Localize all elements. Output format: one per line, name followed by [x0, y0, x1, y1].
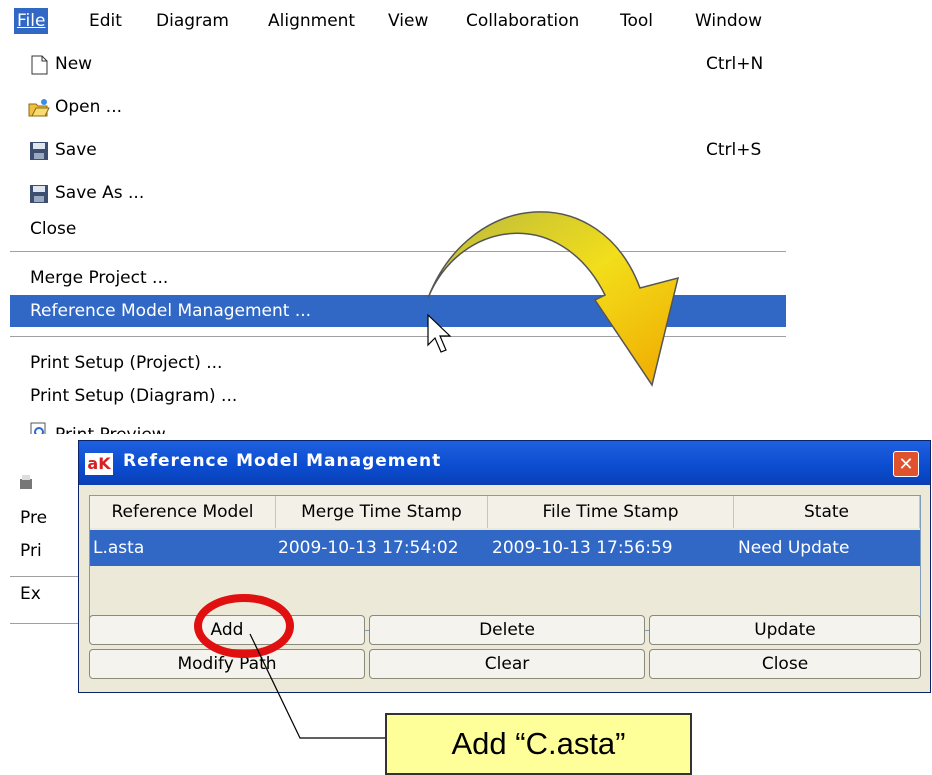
- menu-view[interactable]: View: [385, 8, 431, 34]
- close-icon[interactable]: ✕: [893, 451, 919, 477]
- save-disk-icon: [28, 140, 50, 160]
- update-button[interactable]: Update: [649, 615, 921, 645]
- menu-window[interactable]: Window: [692, 8, 765, 34]
- menu-item-open[interactable]: Open ...: [10, 91, 786, 123]
- column-header[interactable]: Reference Model: [90, 496, 276, 528]
- reference-model-dialog: aK Reference Model Management ✕ Referenc…: [78, 440, 931, 693]
- print-preview-icon: [28, 422, 50, 434]
- menu-separator: [10, 576, 80, 577]
- menu-separator: [10, 336, 786, 337]
- open-folder-icon: [28, 97, 50, 117]
- menu-item-new[interactable]: New Ctrl+N: [10, 48, 786, 80]
- menu-alignment[interactable]: Alignment: [265, 8, 358, 34]
- menu-item-print-setup-diagram[interactable]: Print Setup (Diagram) ...: [10, 380, 786, 412]
- menu-bar: File Edit Diagram Alignment View Collabo…: [0, 0, 786, 40]
- menu-item-save-as[interactable]: Save As ...: [10, 177, 786, 209]
- menu-item-close[interactable]: Close: [10, 213, 786, 245]
- printer-icon: [20, 475, 32, 493]
- save-as-disk-icon: [28, 183, 50, 203]
- menu-item-merge-project[interactable]: Merge Project ...: [10, 262, 786, 294]
- column-header[interactable]: File Time Stamp: [488, 496, 734, 528]
- delete-button[interactable]: Delete: [369, 615, 645, 645]
- menu-edit[interactable]: Edit: [86, 8, 125, 34]
- menu-item-save[interactable]: Save Ctrl+S: [10, 134, 786, 166]
- close-button[interactable]: Close: [649, 649, 921, 679]
- menu-item-partial[interactable]: Pre: [20, 507, 48, 529]
- menu-item-print-setup-project[interactable]: Print Setup (Project) ...: [10, 347, 786, 379]
- shortcut-save: Ctrl+S: [706, 140, 762, 160]
- annotation-callout: Add “C.asta”: [385, 713, 692, 775]
- menu-diagram[interactable]: Diagram: [153, 8, 232, 34]
- new-file-icon: [28, 54, 50, 75]
- table-row[interactable]: L.asta 2009-10-13 17:54:02 2009-10-13 17…: [90, 530, 920, 566]
- menu-tool[interactable]: Tool: [617, 8, 656, 34]
- dialog-title: Reference Model Management: [123, 451, 442, 471]
- column-header[interactable]: Merge Time Stamp: [276, 496, 488, 528]
- cell-file-time-stamp: 2009-10-13 17:56:59: [492, 538, 673, 558]
- cell-merge-time-stamp: 2009-10-13 17:54:02: [278, 538, 459, 558]
- cell-reference-model: L.asta: [93, 538, 145, 558]
- modify-path-button[interactable]: Modify Path: [89, 649, 365, 679]
- cell-state: Need Update: [738, 538, 850, 558]
- app-logo-icon: aK: [85, 453, 113, 475]
- menu-collaboration[interactable]: Collaboration: [463, 8, 582, 34]
- add-button[interactable]: Add: [89, 615, 365, 645]
- menu-item-print-preview[interactable]: Print Preview: [10, 420, 786, 434]
- menu-item-partial[interactable]: Pri: [20, 540, 42, 562]
- clear-button[interactable]: Clear: [369, 649, 645, 679]
- dialog-title-bar[interactable]: aK Reference Model Management ✕: [79, 441, 930, 485]
- menu-file[interactable]: File: [14, 8, 49, 34]
- menu-item-reference-model-management[interactable]: Reference Model Management ...: [10, 295, 786, 327]
- column-header[interactable]: State: [734, 496, 920, 528]
- menu-item-partial[interactable]: Ex: [20, 583, 41, 605]
- reference-model-table: Reference Model Merge Time Stamp File Ti…: [89, 495, 921, 631]
- menu-separator: [10, 251, 786, 252]
- shortcut-new: Ctrl+N: [706, 54, 764, 74]
